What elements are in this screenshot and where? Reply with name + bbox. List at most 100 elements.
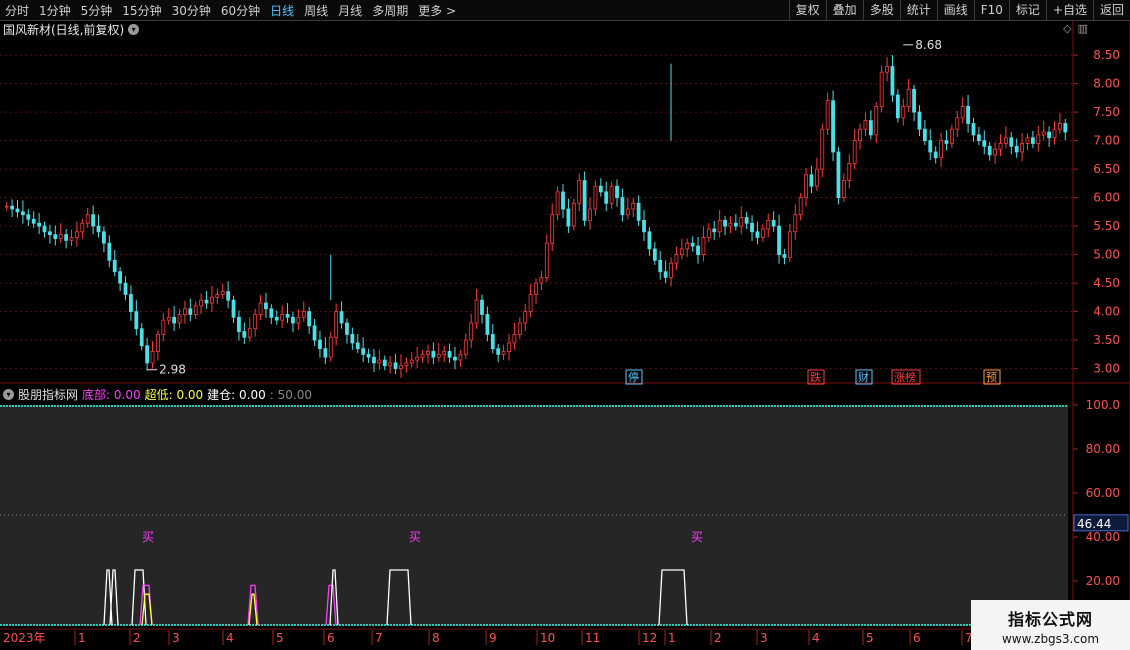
candle-body [652,248,657,261]
candle-body [269,308,274,318]
candle-body [674,254,679,264]
candle-body [172,316,177,324]
candle-body [615,185,619,198]
candle-body [296,316,301,324]
candle-body [1014,145,1019,153]
candle-body [415,356,420,361]
candle-body [582,180,587,221]
candle-body [307,311,312,327]
candle-body [1063,123,1068,133]
candle-body [879,71,884,107]
price-tick-label: 8.50 [1093,48,1120,62]
candle-body [598,185,603,193]
candle-body [469,322,474,341]
candle-body [253,314,258,330]
candle-body [987,145,992,156]
month-label: 1 [668,631,676,645]
candle-body [436,353,441,358]
candle-body [949,128,954,144]
low-price-label: 2.98 [159,363,186,377]
candle-body [150,351,155,364]
candle-body [706,228,711,238]
candle-body [280,314,285,321]
candle-body [237,316,241,332]
indicator-tick-label: 60.00 [1086,486,1120,500]
candle-body [247,328,252,338]
candle-body [868,120,873,136]
indicator-tick-label: 100.0 [1086,398,1120,412]
candle-body [318,339,322,350]
month-label: 10 [540,631,555,645]
candle-body [139,328,144,347]
candle-body [534,282,538,295]
candle-body [928,140,933,153]
month-label: 12 [642,631,657,645]
candle-body [199,299,204,307]
candle-body [10,205,15,210]
candle-body [760,228,765,238]
candle-body [193,305,198,315]
month-label: 3 [760,631,768,645]
candle-body [75,231,79,238]
candle-body [258,302,263,315]
candle-body [836,151,841,198]
price-tick-label: 5.50 [1093,219,1120,233]
candle-body [231,299,236,318]
candle-body [442,351,447,355]
candle-body [264,302,268,310]
candle-body [777,225,781,256]
candle-body [998,143,1003,150]
candle-body [1041,131,1046,136]
candle-body [890,66,895,96]
candle-body [922,128,927,141]
candle-body [544,242,549,278]
candle-body [847,162,852,181]
candle-body [647,231,652,250]
candle-body [771,219,776,227]
candle-body [301,311,306,318]
buy-signal-label: 买 [409,530,421,544]
event-marker: 预 [986,371,997,384]
candle-body [971,123,976,136]
candle-body [955,117,960,130]
candle-body [393,362,398,369]
candle-body [42,225,47,233]
candle-body [755,231,760,238]
candle-body [804,174,808,199]
candle-body [917,111,922,130]
candle-body [577,180,582,204]
candle-body [895,94,900,119]
price-tick-label: 8.00 [1093,77,1120,91]
month-label: 1 [78,631,86,645]
candle-body [841,180,846,199]
candle-body [966,106,970,124]
candle-body [361,348,366,355]
candle-body [53,234,58,240]
month-label: 7 [375,631,383,645]
candle-body [982,140,987,147]
candle-body [210,296,214,304]
candle-body [793,214,798,233]
candle-body [26,214,31,220]
candle-body [831,100,835,153]
candle-body [663,271,668,278]
event-marker: 涨榜 [894,370,916,384]
candle-body [474,299,479,324]
month-label: 11 [585,631,600,645]
candle-body [177,314,182,324]
candle-body [4,205,9,208]
candle-body [566,208,571,227]
candle-body [388,362,393,367]
candle-body [939,140,943,159]
candle-body [798,197,803,216]
candle-body [912,88,916,113]
high-price-label: 8.68 [915,38,942,52]
candle-body [901,106,906,119]
price-tick-label: 6.00 [1093,191,1120,205]
candle-body [1020,143,1024,153]
candle-body [906,88,911,107]
chart-canvas[interactable]: 8.50 8.00 7.50 7.00 6.50 6.00 5.50 5.00 4.50 4.00… [0,0,1130,650]
candle-body [328,336,333,358]
candle-body [679,248,684,255]
candle-body [723,219,727,227]
